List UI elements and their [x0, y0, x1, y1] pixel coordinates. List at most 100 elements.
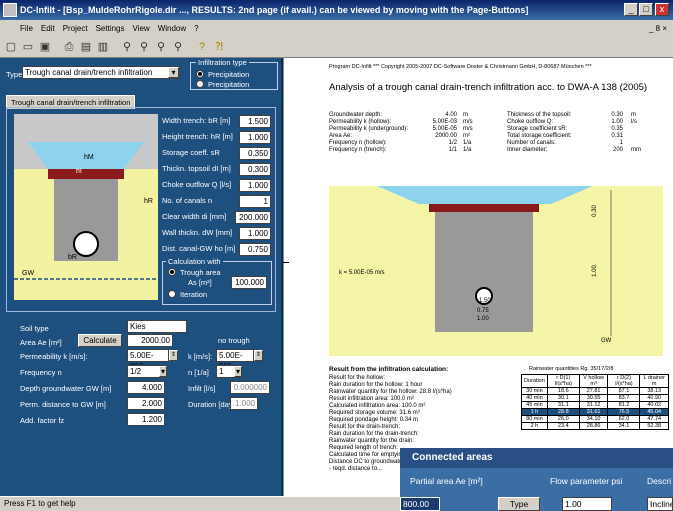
doc-header: Program DC-Infilt *** Copyright 2005-200…: [329, 64, 592, 70]
diagram-hi: hI: [76, 168, 82, 175]
connected-areas-title: Connected areas: [400, 448, 673, 468]
k-spin[interactable]: ⇕: [254, 350, 263, 361]
dim-bottom-c: 1.00: [477, 316, 489, 322]
table-row: 80 min 26.0 34.10 62.0 47.74: [521, 415, 669, 423]
type-select[interactable]: Trough canal drain/trench infiltration: [22, 66, 180, 79]
area-ae-input[interactable]: 2000.00: [127, 334, 173, 347]
chevron-down-icon[interactable]: ▾: [234, 366, 242, 377]
trough-area-input[interactable]: 100.000: [231, 276, 267, 289]
wall-thickness-input[interactable]: 1.000: [239, 227, 271, 240]
infil-radio-1[interactable]: [196, 70, 204, 78]
permeability-label: Permeability k [m/s]:: [20, 352, 88, 361]
type-button[interactable]: Type: [498, 497, 540, 511]
frequency-label: Frequency n: [20, 368, 62, 377]
flow-parameter-header: Flow parameter psi: [550, 476, 623, 486]
diagram-hm: hM: [84, 154, 94, 161]
diag-gw: GW: [601, 338, 612, 344]
table-row: 1 h 28.8 31.61 76.5 45.04: [521, 408, 669, 416]
distance-canal-gw-input[interactable]: 0.750: [239, 243, 271, 256]
cross-section-diagram: [329, 176, 663, 356]
calc-radio-trough[interactable]: [168, 268, 176, 276]
new-icon[interactable]: ▢: [4, 40, 18, 54]
infiltration-type-title: Infiltration type: [196, 58, 249, 67]
zoom-in-icon[interactable]: ⚲: [120, 40, 134, 54]
soil-type-label: Soil type: [20, 324, 49, 333]
calc-radio-iteration[interactable]: [168, 290, 176, 298]
chevron-down-icon[interactable]: ▾: [159, 366, 167, 377]
chevron-down-icon[interactable]: ▾: [168, 67, 179, 78]
context-help-icon[interactable]: ⁈: [212, 40, 226, 54]
title-bar: DC-Infilt - [Bsp_MuldeRohrRigole.dir ...…: [0, 0, 673, 20]
calc-option-iteration: Iteration: [180, 290, 208, 299]
diagram-br: bR: [68, 254, 77, 261]
rain-table: Duration r D(1) l/(s*ha) V hollow m³ r D(2)…: [521, 374, 669, 430]
minimize-button[interactable]: _: [624, 3, 638, 16]
field-label: Height trench: hR [m]: [162, 132, 233, 141]
diagram-hr: hR: [144, 198, 153, 205]
calc-option-trough: Trough area: [180, 268, 221, 277]
infil-input[interactable]: 0.000000: [230, 381, 270, 394]
groundwater-depth-input[interactable]: 4.000: [127, 381, 165, 394]
maximize-button[interactable]: □: [639, 3, 653, 16]
print-icon[interactable]: ⎙: [62, 40, 76, 54]
type-label: Type: [6, 70, 23, 79]
k-input[interactable]: 5.00E-005: [216, 349, 254, 371]
calc-area-label: As [m²]: [188, 278, 212, 287]
menu-edit[interactable]: Edit: [41, 24, 55, 33]
menu-view[interactable]: View: [133, 24, 150, 33]
topsoil-thickness-input[interactable]: 0.300: [239, 163, 271, 176]
width-trench-input[interactable]: 1.500: [239, 115, 271, 128]
permeability-input[interactable]: 5.00E-003: [127, 349, 169, 371]
type-select-value: Trough canal drain/trench infiltration: [25, 68, 153, 77]
print-preview-icon[interactable]: ▤: [79, 40, 93, 54]
mdi-controls[interactable]: _ 8 ×: [649, 24, 667, 33]
infil-option-2: Precipitation: [208, 80, 250, 89]
field-label: Thickn. topsoil dI [m]: [162, 164, 231, 173]
zoom-out-icon[interactable]: ⚲: [137, 40, 151, 54]
number-canals-input[interactable]: 1: [239, 195, 271, 208]
app-icon[interactable]: [3, 3, 17, 17]
menu-settings[interactable]: Settings: [96, 24, 125, 33]
clear-width-input[interactable]: 200.000: [235, 211, 271, 224]
storage-coeff-input[interactable]: 0.350: [239, 147, 271, 160]
dim-bottom-a: 1.50: [479, 298, 491, 304]
connected-areas-panel: Connected areas Partial area Ae [m²] Flo…: [400, 448, 673, 511]
close-button[interactable]: x: [655, 3, 669, 16]
field-label: Width trench: bR [m]: [162, 116, 231, 125]
menu-project[interactable]: Project: [63, 24, 88, 33]
save-icon[interactable]: ▣: [38, 40, 52, 54]
export-icon[interactable]: ▥: [96, 40, 110, 54]
soil-type-input[interactable]: Kies: [127, 320, 187, 333]
add-factor-input[interactable]: 1.200: [127, 413, 165, 426]
field-label: No. of canals n: [162, 196, 213, 205]
area-label: Area Ae [m²]: [20, 338, 62, 347]
dim-top: 0.30: [591, 205, 598, 217]
perm-distance-label: Perm. distance to GW [m]: [20, 400, 106, 409]
menu-help[interactable]: ?: [194, 24, 198, 33]
open-icon[interactable]: ▭: [21, 40, 35, 54]
add-factor-label: Add. factor fz: [20, 416, 65, 425]
menu-window[interactable]: Window: [158, 24, 186, 33]
perm-distance-input[interactable]: 2.000: [127, 397, 165, 410]
menu-bar: File Edit Project Settings View Window ?…: [0, 20, 673, 36]
help-icon[interactable]: ?: [195, 40, 209, 54]
partial-area-input[interactable]: 800.00: [400, 497, 440, 511]
zoom-page-icon[interactable]: ⚲: [171, 40, 185, 54]
toolbar: ▢ ▭ ▣ ⎙ ▤ ▥ ⚲ ⚲ ⚲ ⚲ ? ⁈: [0, 36, 673, 58]
infil-radio-2[interactable]: [196, 80, 204, 88]
duration-input[interactable]: 1.000: [230, 397, 258, 410]
flow-parameter-input[interactable]: 1.00: [562, 497, 612, 511]
choke-outflow-input[interactable]: 1.000: [239, 179, 271, 192]
calculate-button[interactable]: Calculate: [78, 334, 122, 347]
no-trough-label: no trough: [218, 336, 250, 345]
input-panel: Type Trough canal drain/trench infiltrat…: [0, 58, 283, 496]
zoom-fit-icon[interactable]: ⚲: [154, 40, 168, 54]
description-input[interactable]: Incline: [647, 497, 673, 511]
height-trench-input[interactable]: 1.000: [239, 131, 271, 144]
dim-side: 1.00: [591, 265, 598, 277]
rain-table-title: Rainwater quantities Rg. 35/17/2/8: [529, 366, 614, 372]
infil-label: Infilt [l/s]: [188, 384, 216, 393]
permeability-spin[interactable]: ⇕: [169, 350, 178, 361]
table-row: 30 min 18.6 27.81 87.1 38.13: [521, 387, 669, 395]
menu-file[interactable]: File: [20, 24, 33, 33]
